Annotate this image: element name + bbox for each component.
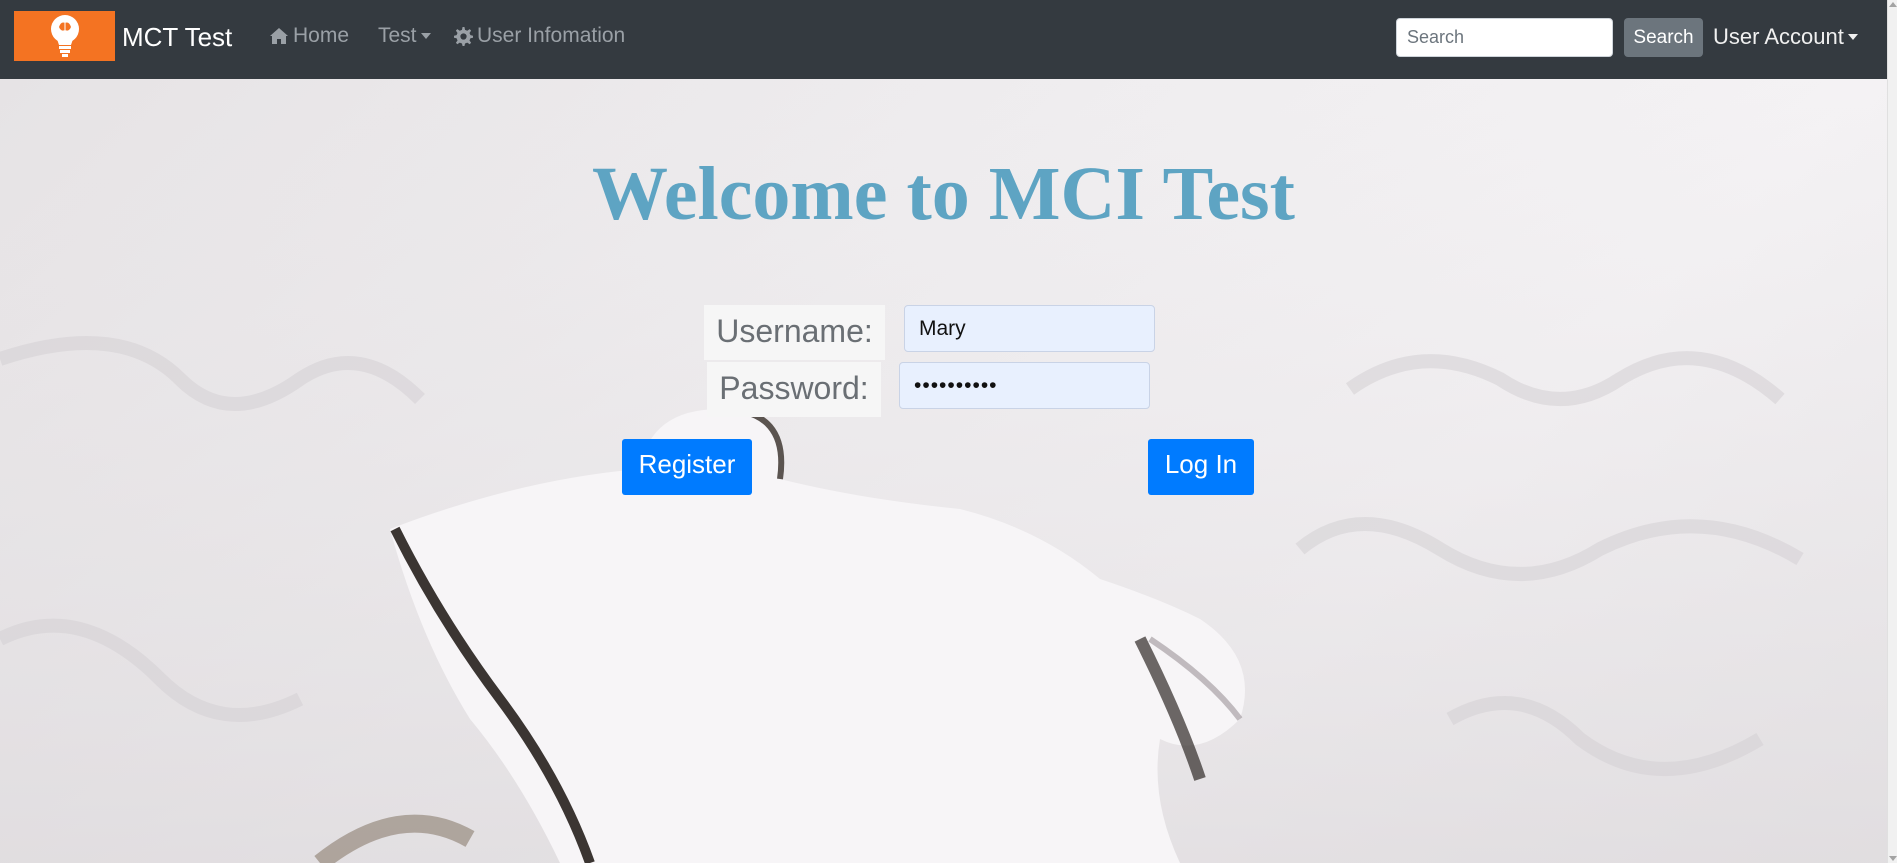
nav-home[interactable]: Home [269, 22, 349, 50]
scroll-up-icon[interactable] [1889, 2, 1897, 7]
nav-test-label: Test [378, 24, 417, 47]
nav-user-information-label: User Infomation [477, 24, 626, 47]
login-hero: Welcome to MCI Test Username: Password: … [0, 79, 1887, 863]
gear-icon [454, 26, 473, 46]
lightbulb-icon [50, 15, 79, 57]
user-account-label: User Account [1713, 24, 1844, 49]
caret-down-icon [1847, 34, 1858, 40]
username-field[interactable] [904, 305, 1155, 352]
brand-name[interactable]: MCT Test [122, 20, 232, 54]
password-label: Password: [707, 362, 881, 417]
nav-user-information[interactable]: User Infomation [454, 22, 625, 50]
search-input[interactable] [1396, 18, 1613, 57]
login-button[interactable]: Log In [1148, 439, 1254, 495]
caret-down-icon [420, 33, 431, 39]
password-field[interactable] [899, 362, 1150, 409]
top-navbar: MCT Test Home Test User Infomation Searc… [0, 0, 1887, 79]
brand-logo[interactable] [14, 11, 115, 61]
nav-test-dropdown[interactable]: Test [378, 22, 431, 50]
nav-home-label: Home [293, 24, 350, 47]
search-button[interactable]: Search [1624, 18, 1703, 57]
page-title: Welcome to MCI Test [592, 152, 1295, 236]
register-button[interactable]: Register [622, 439, 752, 495]
home-icon [270, 28, 288, 44]
username-label: Username: [704, 305, 885, 360]
page-scrollbar[interactable] [1887, 0, 1897, 863]
user-account-dropdown[interactable]: User Account [1713, 23, 1858, 51]
scroll-down-icon[interactable] [1889, 856, 1897, 861]
